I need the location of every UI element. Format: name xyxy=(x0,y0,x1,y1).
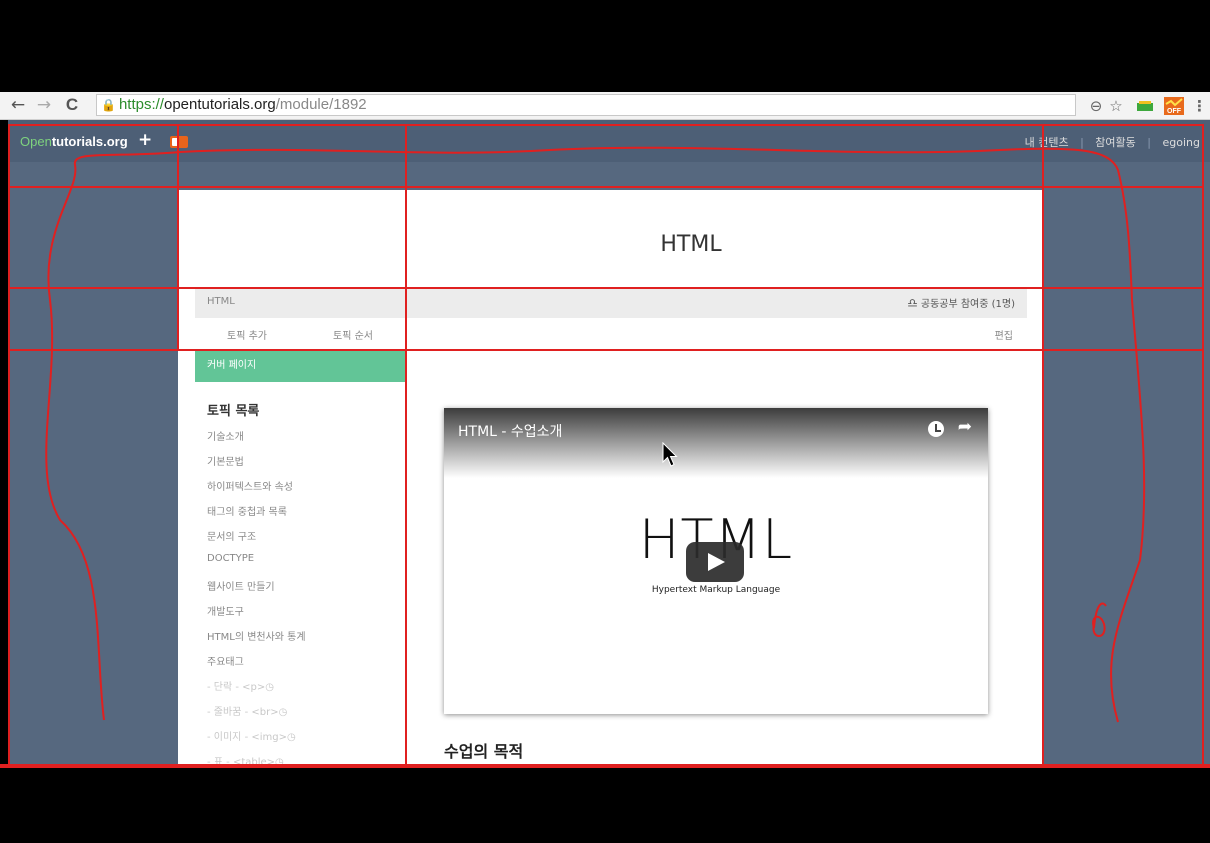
star-icon[interactable]: ☆ xyxy=(1106,95,1126,117)
nav-divider: | xyxy=(1147,136,1151,149)
browser-toolbar: ← → C 🔒 https://opentutorials.org/module/… xyxy=(0,92,1210,120)
toc-item[interactable]: 태그의 중첩과 목록 xyxy=(207,503,287,518)
toc-item[interactable]: 주요태그 xyxy=(207,653,244,668)
url-host: opentutorials.org xyxy=(163,96,276,113)
toc-item[interactable]: DOCTYPE xyxy=(207,553,254,564)
cover-page-link[interactable]: 커버 페이지 xyxy=(195,350,406,382)
content-card: HTML HTML ♎ 공동공부 참여중 (1명) 토픽 추가 토픽 순서 편집 … xyxy=(178,190,1044,768)
back-button[interactable]: ← xyxy=(8,95,28,115)
top-nav: 내 컨텐츠 | 참여활동 | egoing xyxy=(1017,134,1200,150)
reload-button[interactable]: C xyxy=(62,95,82,115)
toc-item[interactable]: 웹사이트 만들기 xyxy=(207,578,275,593)
nav-activity[interactable]: 참여활동 xyxy=(1095,136,1135,149)
site-logo[interactable]: Opentutorials.org xyxy=(20,134,128,149)
nav-my-contents[interactable]: 내 컨텐츠 xyxy=(1025,136,1069,149)
screen: ← → C 🔒 https://opentutorials.org/module/… xyxy=(0,0,1210,843)
toc-item[interactable]: 하이퍼텍스트와 속성 xyxy=(207,478,293,493)
toc-item[interactable]: 기본문법 xyxy=(207,453,244,468)
site-topbar: Opentutorials.org + 내 컨텐츠 | 참여활동 | egoin… xyxy=(8,120,1210,162)
toc-heading: 토픽 목록 xyxy=(207,404,260,419)
study-text: 공동공부 참여중 (1명) xyxy=(920,299,1015,310)
topic-name[interactable]: HTML xyxy=(207,296,235,307)
play-icon[interactable] xyxy=(686,542,744,582)
share-icon[interactable]: ➦ xyxy=(958,417,972,437)
add-topic-button[interactable]: 토픽 추가 xyxy=(227,327,267,342)
nav-user[interactable]: egoing xyxy=(1163,136,1201,149)
address-bar[interactable]: 🔒 https://opentutorials.org/module/1892 xyxy=(96,94,1076,116)
url-scheme: https:// xyxy=(118,96,164,113)
toc-item[interactable]: 문서의 구조 xyxy=(207,528,256,543)
add-icon[interactable]: + xyxy=(138,130,152,150)
toc-subitem[interactable]: - 줄바꿈 - <br>◷ xyxy=(207,703,287,718)
url-path: /module/1892 xyxy=(275,96,367,113)
study-status[interactable]: ♎ 공동공부 참여중 (1명) xyxy=(907,295,1015,310)
extension-green-icon[interactable] xyxy=(1134,95,1156,117)
topic-order-button[interactable]: 토픽 순서 xyxy=(333,327,373,342)
lock-icon: 🔒 xyxy=(101,98,116,112)
watch-later-icon[interactable] xyxy=(928,421,944,437)
toc-subitem[interactable]: - 이미지 - <img>◷ xyxy=(207,728,296,743)
video-title[interactable]: HTML - 수업소개 xyxy=(458,421,562,441)
toc-item[interactable]: HTML의 변천사와 통계 xyxy=(207,628,306,643)
svg-text:OFF: OFF xyxy=(1167,108,1182,115)
mouse-cursor-icon xyxy=(662,442,678,467)
page-title: HTML xyxy=(660,232,722,257)
zoom-icon[interactable]: ⊖ xyxy=(1086,95,1106,117)
people-icon: ♎ xyxy=(907,296,918,310)
nav-divider: | xyxy=(1080,136,1084,149)
toc-item[interactable]: 기술소개 xyxy=(207,428,244,443)
video-player[interactable]: HTML - 수업소개 ➦ HTML Hypertext Markup Lang… xyxy=(444,408,988,714)
video-header: HTML - 수업소개 ➦ xyxy=(444,408,988,478)
forward-button[interactable]: → xyxy=(34,95,54,115)
section-title: 수업의 목적 xyxy=(444,742,524,761)
toc-item[interactable]: 개발도구 xyxy=(207,603,244,618)
toc-subitem[interactable]: - 단락 - <p>◷ xyxy=(207,678,274,693)
action-row: 토픽 추가 토픽 순서 편집 xyxy=(195,318,1027,350)
website: Opentutorials.org + 내 컨텐츠 | 참여활동 | egoin… xyxy=(8,120,1210,768)
toc-subitem[interactable]: - 표 - <table>◷ xyxy=(207,753,284,768)
edit-button[interactable]: 편집 xyxy=(995,327,1013,342)
menu-icon[interactable]: ⋮ xyxy=(1192,95,1207,117)
topic-bar: HTML ♎ 공동공부 참여중 (1명) xyxy=(195,288,1027,318)
toggle-icon[interactable] xyxy=(170,136,188,148)
video-thumbnail-subtitle: Hypertext Markup Language xyxy=(651,585,781,595)
extension-off-icon[interactable]: OFF xyxy=(1162,95,1186,117)
